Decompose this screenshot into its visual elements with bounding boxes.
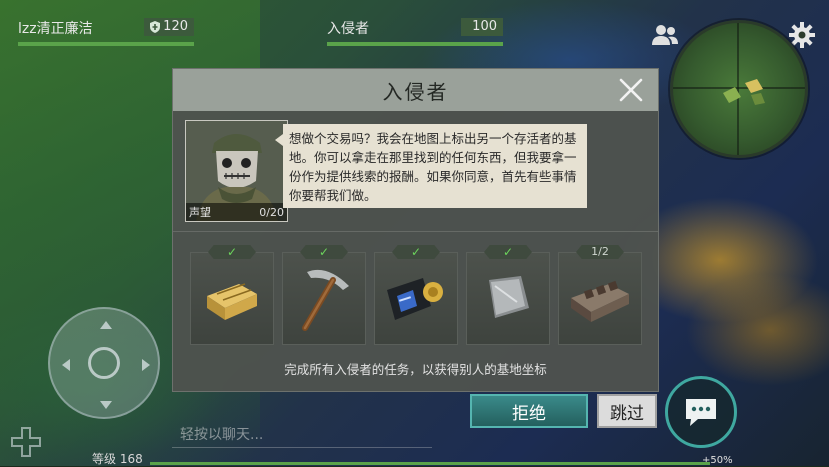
player-health-bar	[18, 42, 194, 46]
ammo-crate-icon	[207, 282, 257, 320]
dialog-title: 入侵者	[382, 79, 449, 104]
enemy-value: 100	[472, 19, 497, 34]
invader-dialog: 入侵者 声望 0/20 想做个交易吗？我会在地图上标出另一个存活者的基地。你可以…	[172, 68, 659, 392]
task-tile[interactable]	[282, 252, 366, 345]
task-item[interactable]: ✓	[190, 245, 274, 345]
gear-icon[interactable]	[789, 22, 815, 48]
xp-progress-bar	[150, 462, 710, 465]
chat-button[interactable]	[665, 376, 737, 448]
metal-plate-icon	[489, 275, 529, 318]
pickaxe-icon	[302, 269, 349, 331]
reputation-bar: 声望 0/20	[186, 203, 287, 221]
player-shield-value: 120	[163, 19, 188, 34]
group-icon[interactable]	[652, 24, 678, 46]
minimap-base-icon	[723, 79, 765, 105]
task-instructions: 完成所有入侵者的任务，以获得别人的基地坐标	[284, 362, 547, 377]
dialog-header: 入侵者	[173, 69, 658, 111]
speech-bubble: 想做个交易吗？我会在地图上标出另一个存活者的基地。你可以拿走在那里找到的任何东西…	[275, 124, 587, 208]
task-item[interactable]: ✓	[282, 245, 366, 345]
task-status: ✓	[318, 245, 330, 259]
reject-button[interactable]: 拒绝	[470, 394, 588, 428]
enemy-value-badge: 100	[461, 18, 503, 36]
task-tile[interactable]	[558, 252, 642, 345]
player-level: 等级 168	[92, 452, 143, 466]
task-status-badge: ✓	[208, 245, 256, 259]
task-status: ✓	[226, 245, 238, 259]
invader-portrait: 声望 0/20	[185, 120, 288, 222]
dialog-divider	[173, 231, 658, 232]
task-status-badge: ✓	[392, 245, 440, 259]
engine-part-icon	[571, 280, 629, 322]
task-status: ✓	[410, 245, 422, 259]
task-status: ✓	[502, 245, 514, 259]
enemy-status: 入侵者 100	[327, 18, 503, 46]
minimap[interactable]	[670, 20, 808, 158]
chat-bubble-icon	[686, 399, 716, 426]
task-tile[interactable]	[466, 252, 550, 345]
reputation-label: 声望	[189, 206, 211, 219]
task-status-badge: 1/2	[576, 245, 624, 259]
task-tile[interactable]	[374, 252, 458, 345]
task-status: 1/2	[591, 245, 609, 258]
police-badge-icon	[387, 277, 443, 320]
reputation-progress: 0/20	[259, 205, 284, 219]
task-item[interactable]: ✓	[466, 245, 550, 345]
chat-input[interactable]: 轻按以聊天...	[172, 422, 432, 448]
enemy-health-bar	[327, 42, 503, 46]
shield-icon	[150, 21, 161, 33]
task-item[interactable]: 1/2	[558, 245, 642, 345]
joystick-knob[interactable]	[88, 347, 120, 379]
task-status-badge: ✓	[484, 245, 532, 259]
player-status: lzz清正廉洁 120	[18, 18, 194, 46]
skip-button[interactable]: 跳过	[597, 394, 657, 428]
task-status-badge: ✓	[300, 245, 348, 259]
task-item[interactable]: ✓	[374, 245, 458, 345]
player-shield-badge: 120	[144, 18, 194, 36]
task-list: ✓ ✓ ✓ ✓ 1/2	[190, 245, 642, 345]
health-cross-icon[interactable]	[10, 426, 42, 458]
task-tile[interactable]	[190, 252, 274, 345]
close-button[interactable]	[618, 77, 644, 103]
